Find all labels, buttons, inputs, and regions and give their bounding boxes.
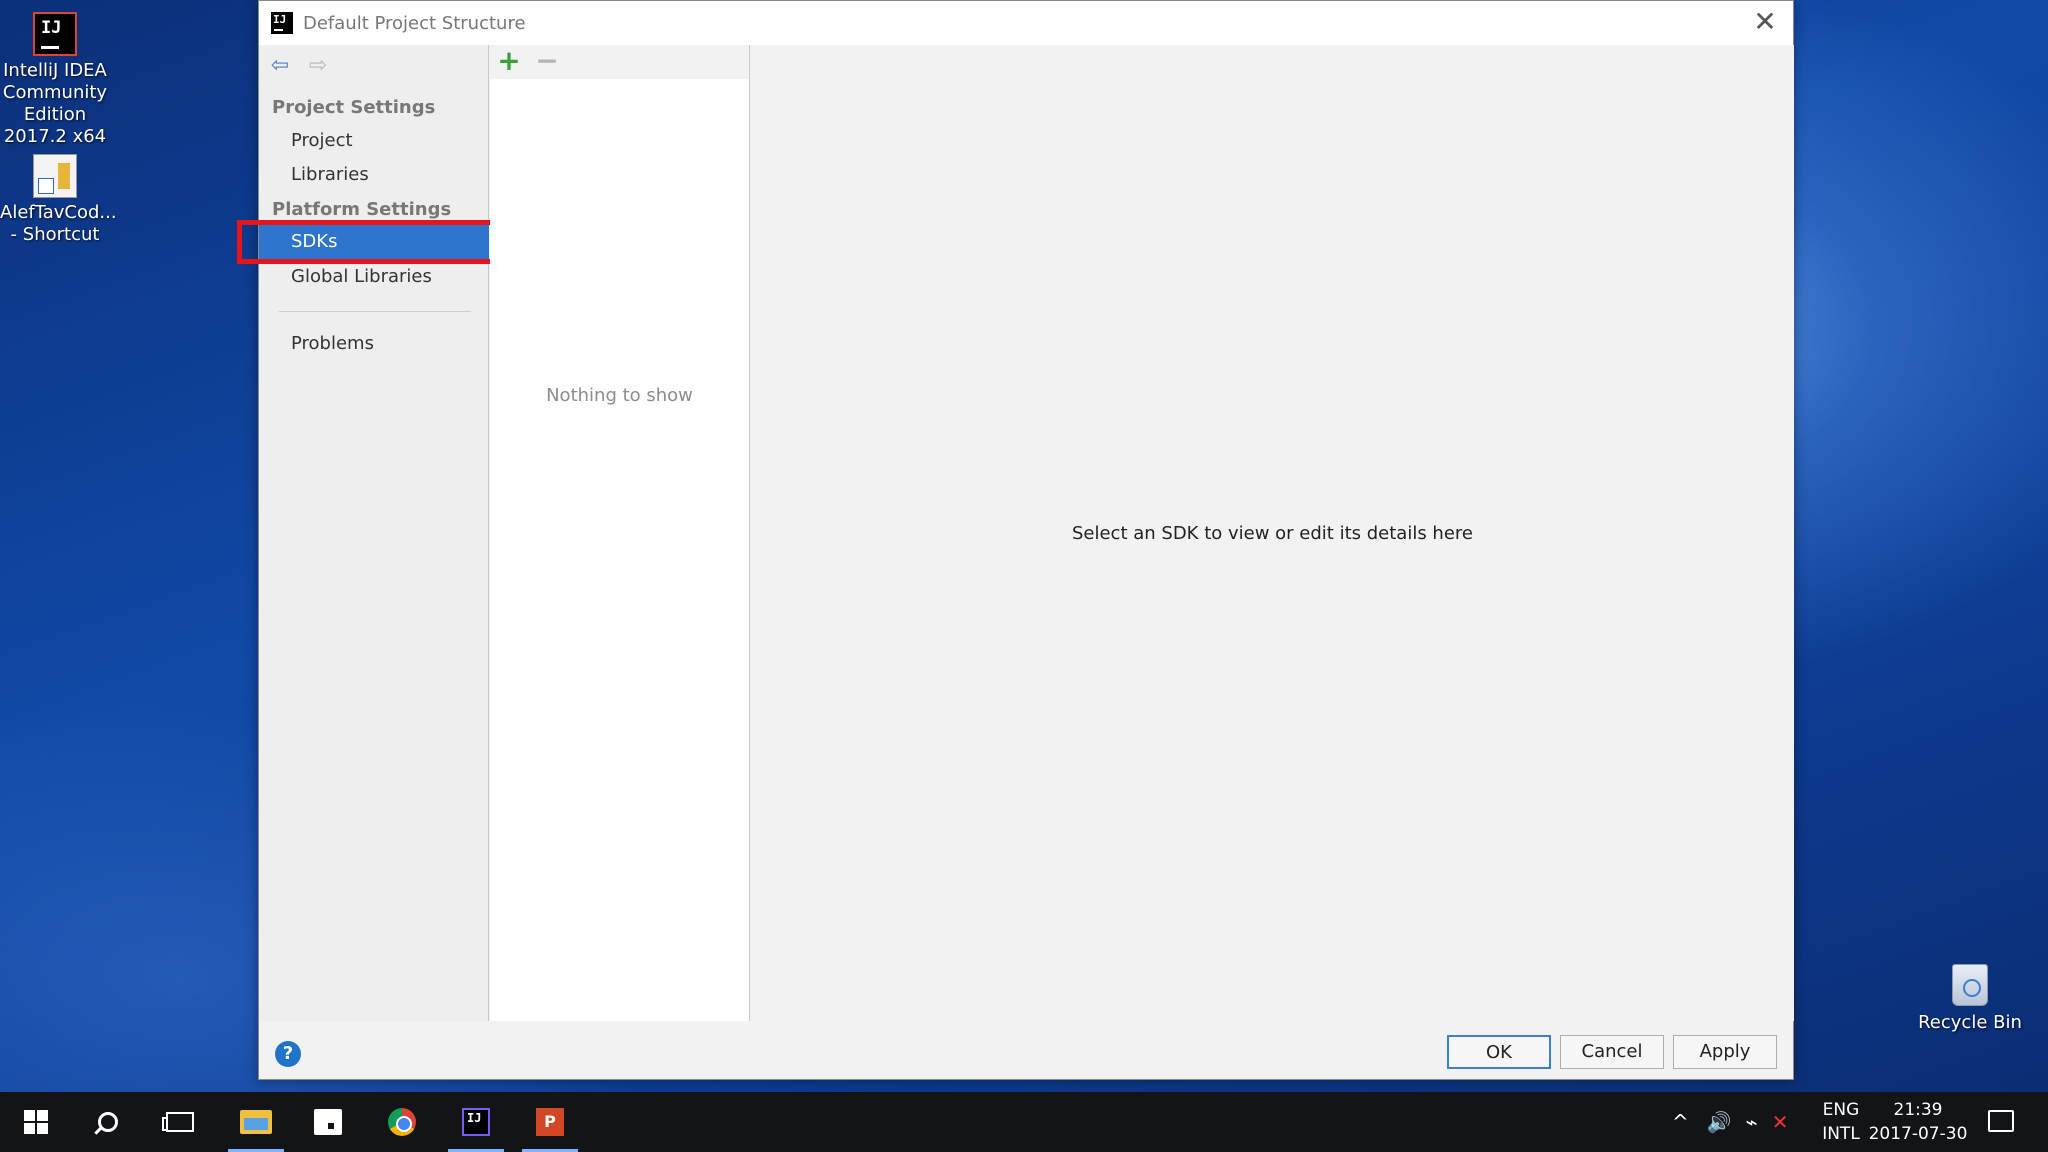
folder-icon (240, 1110, 272, 1134)
intellij-icon: IJ (462, 1108, 490, 1136)
store-icon (314, 1109, 342, 1135)
ok-button[interactable]: OK (1447, 1035, 1551, 1069)
nav-item-project[interactable]: Project (259, 124, 489, 158)
nav-item-sdks[interactable]: SDKs (259, 225, 489, 259)
desktop-icon-intellij[interactable]: IJ IntelliJ IDEA Community Edition 2017.… (0, 12, 110, 148)
chrome-icon (388, 1108, 416, 1136)
desktop-icon-label: IntelliJ IDEA Community Edition 2017.2 x… (2, 60, 108, 147)
help-icon[interactable]: ? (275, 1041, 301, 1067)
file-explorer-button[interactable] (220, 1092, 292, 1152)
remove-sdk-button[interactable]: − (534, 47, 560, 75)
desktop-icon-recycle-bin[interactable]: Recycle Bin (1910, 964, 2030, 1033)
nav-separator (279, 311, 471, 312)
system-tray: ^ 🔊 ⌁ ✕ (1672, 1092, 1788, 1152)
cancel-button[interactable]: Cancel (1560, 1035, 1664, 1069)
taskbar: IJ P ^ 🔊 ⌁ ✕ ENG INTL 21:39 2017-07-30 (0, 1092, 2048, 1152)
nav-item-problems[interactable]: Problems (259, 327, 489, 361)
start-button[interactable] (0, 1092, 72, 1152)
apply-button[interactable]: Apply (1673, 1035, 1777, 1069)
nav-item-libraries[interactable]: Libraries (259, 158, 489, 192)
forward-arrow-icon[interactable]: ⇨ (305, 53, 331, 79)
task-view-icon (162, 1112, 194, 1132)
store-button[interactable] (292, 1092, 364, 1152)
sdk-detail-panel: Select an SDK to view or edit its detail… (751, 45, 1794, 1021)
windows-logo-icon (24, 1110, 48, 1134)
intellij-icon: IJ (271, 12, 293, 34)
input-language[interactable]: ENG INTL (1820, 1098, 1862, 1146)
back-arrow-icon[interactable]: ⇦ (267, 53, 293, 79)
project-structure-dialog: IJ Default Project Structure ✕ ⇦ ⇨ Proje… (237, 0, 1794, 1080)
nav-panel: ⇦ ⇨ Project Settings Project Libraries P… (237, 45, 501, 1021)
sdk-list-panel: + − Nothing to show (490, 45, 750, 1021)
notification-icon[interactable] (1988, 1110, 2014, 1132)
nav-arrows: ⇦ ⇨ (267, 53, 331, 79)
desktop-icon-label: AlefTavCod... - Shortcut (0, 202, 117, 245)
clock-time: 21:39 (1893, 1100, 1943, 1120)
empty-list-text: Nothing to show (546, 385, 693, 406)
warning-icon[interactable]: ✕ (1772, 1110, 1789, 1134)
chrome-button[interactable] (366, 1092, 438, 1152)
dialog-title: Default Project Structure (303, 12, 526, 34)
network-icon[interactable]: ⌁ (1746, 1110, 1758, 1134)
list-toolbar: + − (490, 45, 749, 79)
clock-date: 2017-07-30 (1868, 1124, 1968, 1144)
intellij-icon: IJ (33, 12, 77, 56)
volume-icon[interactable]: 🔊 (1707, 1110, 1732, 1134)
keyboard-layout-label: INTL (1822, 1124, 1860, 1144)
section-header-project-settings: Project Settings (272, 97, 436, 118)
shortcut-doc-icon (33, 154, 77, 198)
close-button[interactable]: ✕ (1747, 5, 1783, 41)
dialog-titlebar[interactable]: IJ Default Project Structure ✕ (259, 1, 1793, 45)
recycle-bin-icon (1952, 964, 1988, 1006)
chevron-up-icon[interactable]: ^ (1672, 1110, 1689, 1134)
nav-item-global-libraries[interactable]: Global Libraries (259, 260, 489, 294)
detail-placeholder-text: Select an SDK to view or edit its detail… (1071, 523, 1473, 544)
powerpoint-icon: P (536, 1108, 564, 1136)
task-view-button[interactable] (144, 1092, 216, 1152)
search-icon (98, 1112, 118, 1132)
intellij-taskbar-button[interactable]: IJ (440, 1092, 512, 1152)
powerpoint-taskbar-button[interactable]: P (514, 1092, 586, 1152)
clock[interactable]: 21:39 2017-07-30 (1868, 1098, 1968, 1146)
desktop-icon-label: Recycle Bin (1918, 1012, 2022, 1033)
desktop-icon-shortcut[interactable]: AlefTavCod... - Shortcut (0, 154, 117, 246)
search-button[interactable] (72, 1092, 144, 1152)
language-label: ENG (1822, 1100, 1860, 1120)
add-sdk-button[interactable]: + (496, 47, 522, 75)
section-header-platform-settings: Platform Settings (272, 199, 452, 220)
